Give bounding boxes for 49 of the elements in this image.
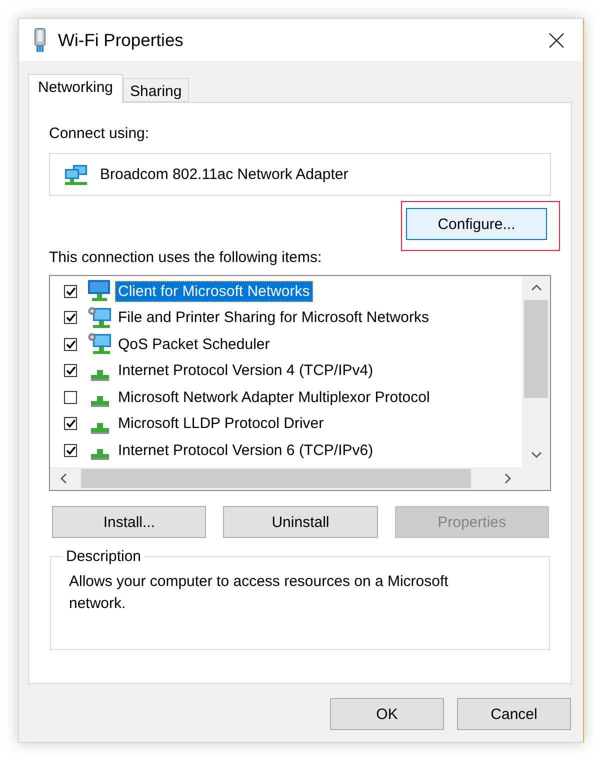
- action-button[interactable]: Uninstall: [223, 506, 378, 538]
- list-item[interactable]: Internet Protocol Version 4 (TCP/IPv4): [115, 360, 376, 382]
- computer-gear-icon: [88, 333, 112, 356]
- chevron-down-icon: [530, 451, 542, 459]
- group-title: Description: [65, 548, 142, 565]
- network-connector-icon: [91, 422, 109, 434]
- scrollbar-thumb[interactable]: [524, 300, 548, 398]
- checkmark-icon: [66, 340, 76, 349]
- list-item[interactable]: File and Printer Sharing for Microsoft Networks: [115, 307, 432, 328]
- checkbox[interactable]: [64, 417, 77, 430]
- checkmark-icon: [66, 286, 76, 296]
- description-text: Allows your computer to access resources on a Microsoft network.: [69, 572, 450, 614]
- computer-gear-icon: [88, 306, 112, 329]
- computer-network-icon: [88, 280, 112, 302]
- checkbox[interactable]: [64, 390, 77, 404]
- checkbox[interactable]: [64, 311, 77, 324]
- network-connector-icon: [91, 396, 109, 408]
- checkmark-icon: [66, 446, 76, 455]
- checkbox[interactable]: [64, 338, 77, 351]
- tab[interactable]: Sharing: [123, 78, 189, 102]
- close-icon: [548, 32, 564, 48]
- list-item[interactable]: Internet Protocol Version 6 (TCP/IPv6): [115, 440, 376, 461]
- checkmark-icon: [66, 366, 76, 376]
- network-connector-icon: [91, 370, 109, 381]
- list-item[interactable]: Client for Microsoft Networks: [115, 280, 313, 302]
- scrollbar-thumb[interactable]: [81, 469, 471, 488]
- list-item[interactable]: QoS Packet Scheduler: [115, 334, 273, 355]
- checkmark-icon: [66, 313, 76, 322]
- checkmark-icon: [66, 419, 76, 428]
- checkbox[interactable]: [64, 284, 77, 298]
- list-item[interactable]: Microsoft LLDP Protocol Driver: [115, 413, 327, 434]
- section-label: This connection uses the following items:: [49, 249, 323, 267]
- checkbox[interactable]: [64, 444, 77, 457]
- checkbox[interactable]: [64, 364, 77, 378]
- configure-button[interactable]: Configure...: [406, 208, 547, 240]
- section-label: Connect using:: [49, 125, 150, 143]
- dialog-button[interactable]: OK: [330, 698, 444, 730]
- networked-computers-icon: [64, 164, 88, 186]
- chevron-up-icon: [530, 284, 542, 292]
- tab[interactable]: Networking: [28, 74, 124, 103]
- window-title: Wi-Fi Properties: [58, 30, 184, 50]
- dongle-icon: [34, 28, 46, 52]
- action-button[interactable]: Install...: [52, 506, 206, 538]
- network-connector-icon: [91, 449, 109, 460]
- adapter-name: Broadcom 802.11ac Network Adapter: [100, 166, 348, 183]
- chevron-right-icon: [504, 473, 512, 484]
- list-item[interactable]: Microsoft Network Adapter Multiplexor Protocol: [115, 386, 433, 408]
- dialog-button[interactable]: Cancel: [457, 698, 571, 730]
- chevron-left-icon: [60, 473, 68, 484]
